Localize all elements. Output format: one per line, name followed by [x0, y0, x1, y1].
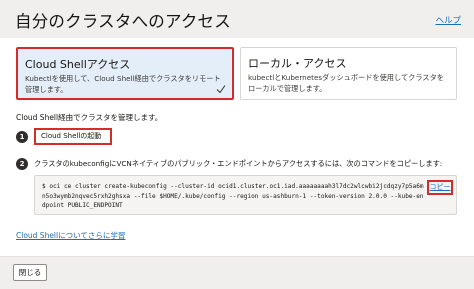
step-2-instruction: クラスタのkubeconfigにVCNネイティブのパブリック・エンドポイントから…	[34, 159, 443, 168]
dialog-footer: 閉じる	[0, 256, 474, 289]
cloud-shell-card-title: Cloud Shellアクセス	[25, 58, 131, 71]
cloud-shell-access-card[interactable]: Cloud Shellアクセス Kubectlを使用して、Cloud Shell…	[16, 47, 234, 100]
kubeconfig-command[interactable]: $ oci ce cluster create-kubeconfig --clu…	[42, 182, 424, 211]
help-link[interactable]: ヘルプ	[435, 14, 461, 26]
step-2-badge: 2	[16, 158, 28, 170]
dialog-header: 自分のクラスタへのアクセス ヘルプ	[0, 0, 474, 38]
copy-button[interactable]: コピー	[427, 180, 453, 195]
dialog-title: 自分のクラスタへのアクセス	[15, 12, 231, 31]
launch-cloud-shell-button[interactable]: Cloud Shellの起動	[34, 128, 112, 145]
local-access-card[interactable]: ローカル・アクセス kubectlとKubernetesダッシュボードを使用して…	[240, 47, 457, 100]
local-card-title: ローカル・アクセス	[248, 57, 347, 70]
intro-text: Cloud Shell経由でクラスタを管理します。	[16, 113, 163, 122]
close-button[interactable]: 閉じる	[13, 264, 47, 281]
command-code-box: $ oci ce cluster create-kubeconfig --clu…	[34, 175, 457, 215]
checkmark-icon	[216, 85, 226, 94]
cloud-shell-card-description: Kubectlを使用して、Cloud Shell経由でクラスタをリモート管理しま…	[25, 74, 221, 94]
learn-more-link[interactable]: Cloud Shellについてさらに学習	[16, 230, 125, 241]
local-card-description: kubectlとKubernetesダッシュボードを使用してクラスタをローカルで…	[248, 73, 444, 93]
step-1-badge: 1	[16, 131, 28, 143]
